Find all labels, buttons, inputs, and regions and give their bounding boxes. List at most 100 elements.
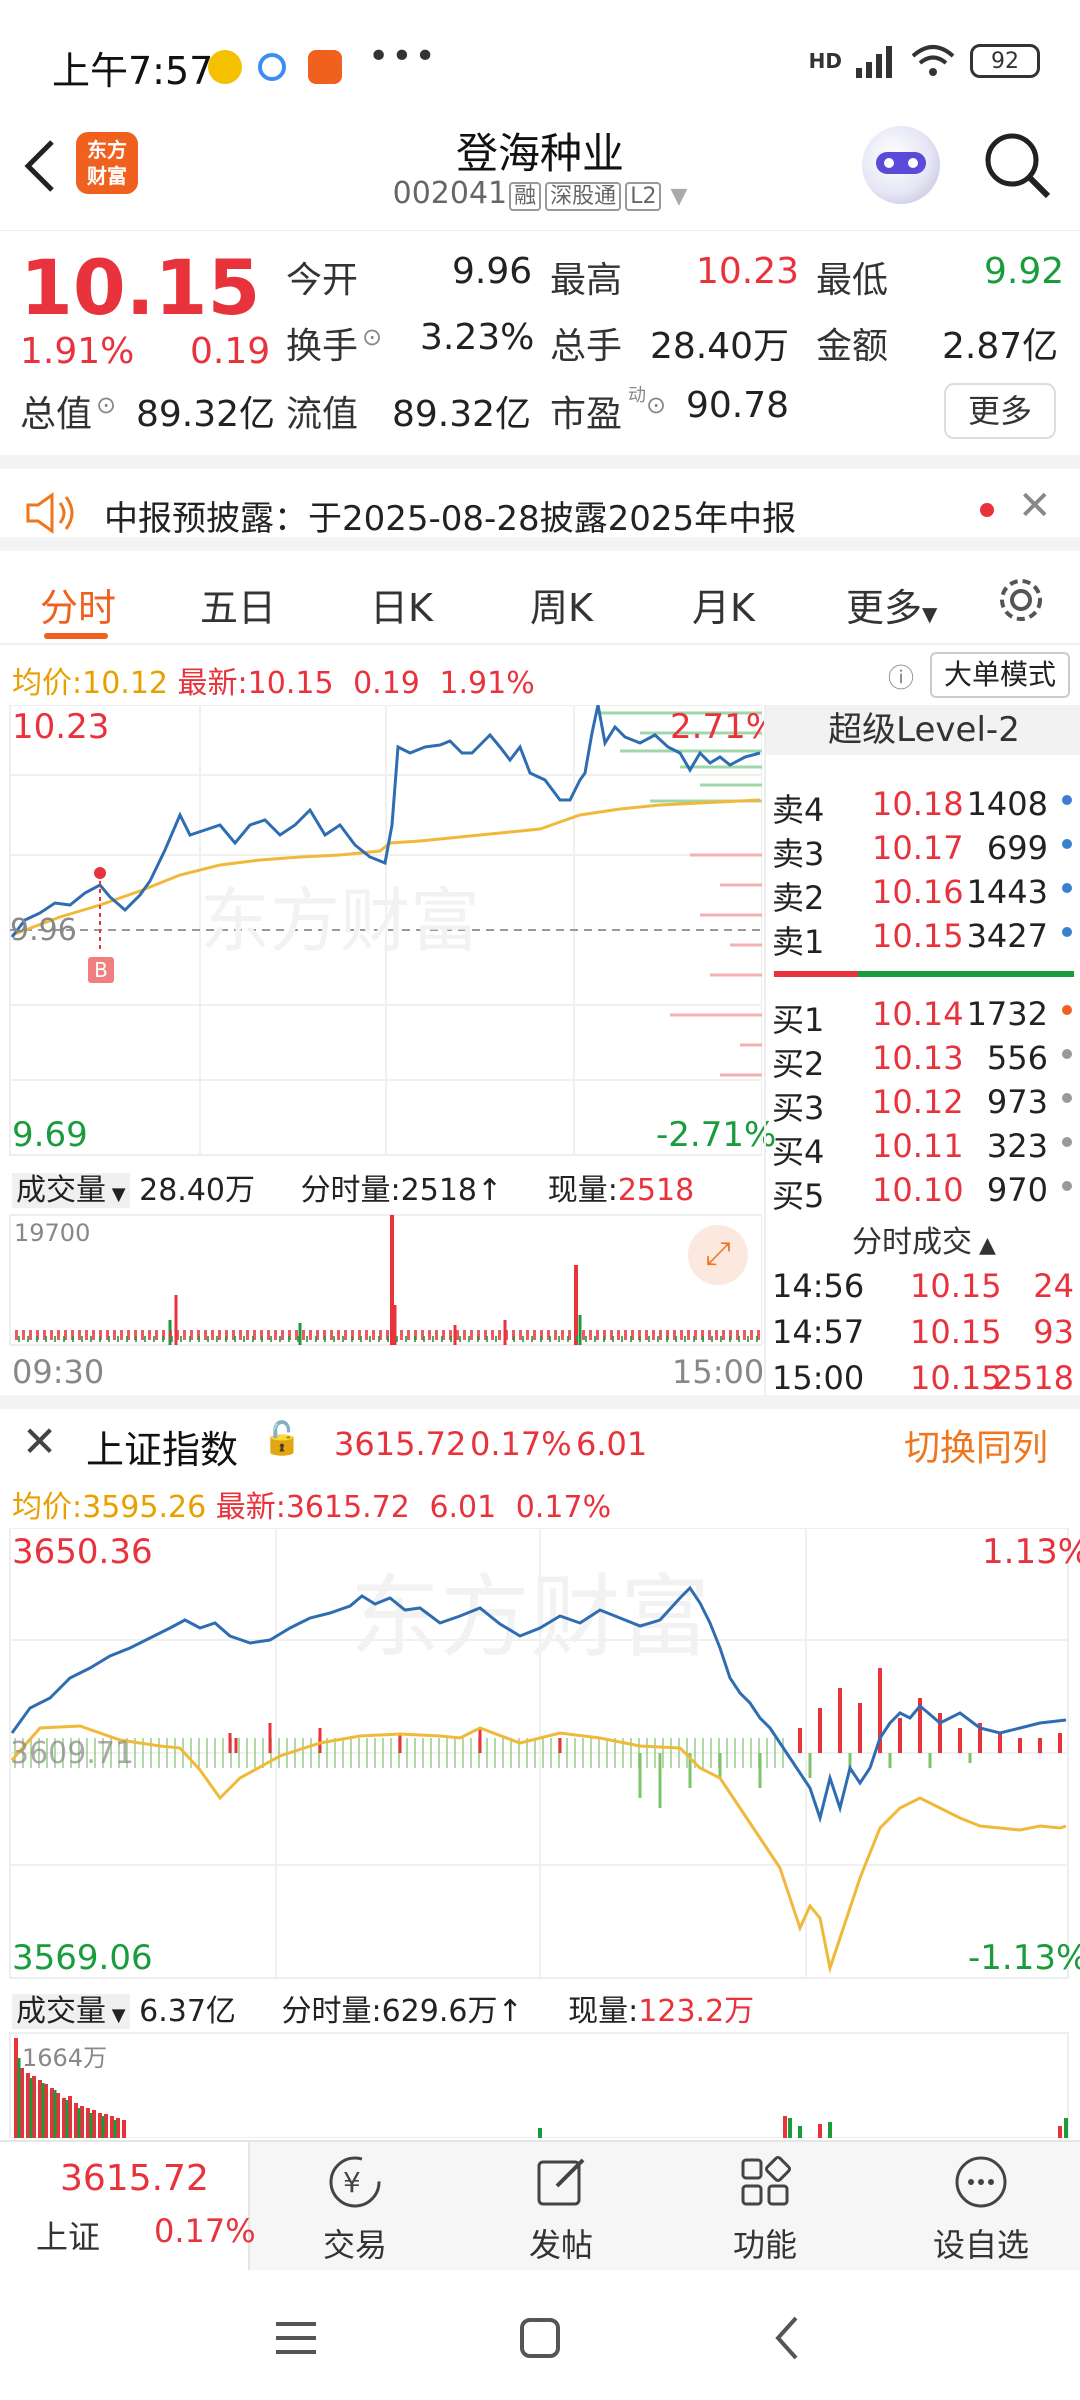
bid-row-4[interactable]: 买4 10.11 323 — [772, 1127, 1078, 1173]
caret-down-icon: ▼ — [106, 1184, 126, 1205]
more-button[interactable]: 更多 — [944, 383, 1056, 439]
bid-dot — [1062, 1005, 1072, 1015]
mini-index-pct: 0.17% — [154, 2212, 256, 2250]
info-icon[interactable]: ⊙ — [646, 391, 666, 419]
index-latest-pct: 0.17% — [515, 1490, 612, 1525]
low-label: 最低 — [816, 260, 889, 301]
index-chart[interactable]: 东方财富 3650.36 1.13% 3609.71 3569.06 -1.13… — [0, 1527, 1080, 2139]
stock-header: 东方 财富 登海种业 002041 融深股通 L2 ▼ — [0, 120, 1080, 230]
latest-label: 最新: — [177, 666, 248, 701]
tab-weekly-k[interactable]: 周K — [530, 577, 593, 632]
ask-price: 10.16 — [872, 873, 964, 911]
open-label: 今开 — [286, 260, 359, 301]
close-icon[interactable]: ✕ — [22, 1417, 57, 1466]
ask-label: 卖1 — [772, 923, 825, 961]
help-icon[interactable]: ⓘ — [888, 658, 914, 695]
bid-ask-ratio-bar — [774, 971, 1074, 977]
index-volume-selector[interactable]: 成交量 ▼ — [12, 1994, 130, 2029]
buy-marker[interactable]: B — [88, 957, 114, 983]
expand-icon[interactable]: ⤢ — [688, 1225, 748, 1285]
bid-qty: 970 — [986, 1171, 1048, 1209]
system-nav-bar — [0, 2270, 1080, 2400]
intraday-chart[interactable]: 东方财富 10.23 2.71% 9.96 B 9.69 -2.71% 成交量 … — [0, 704, 778, 1395]
trades-header[interactable]: 分时成交 ▲ — [766, 1217, 1080, 1261]
ask-row-1[interactable]: 卖1 10.15 3427 — [772, 917, 1078, 963]
tab-more[interactable]: 更多▼ — [846, 577, 937, 632]
close-icon[interactable]: ✕ — [1018, 483, 1052, 529]
ask-row-2[interactable]: 卖2 10.16 1443 — [772, 873, 1078, 919]
index-latest-label: 最新: — [215, 1490, 286, 1525]
total-cap-label: 总值 — [20, 394, 93, 435]
notice-text: 中报预披露：于2025-08-28披露2025年中报 — [104, 499, 797, 539]
tag-connect: 深股通 — [545, 182, 622, 211]
status-bar: 上午7:57 ••• HD 92 — [0, 0, 1080, 120]
nav-add-watchlist[interactable]: 设自选 — [906, 2152, 1056, 2266]
volume-selector[interactable]: 成交量 ▼ — [12, 1173, 130, 1208]
bid-label: 买1 — [772, 1001, 825, 1039]
trade-row: 14:57 10.15 93 — [772, 1313, 1078, 1351]
trade-time: 14:56 — [772, 1267, 865, 1305]
ask-row-3[interactable]: 卖3 10.17 699 — [772, 829, 1078, 875]
trade-icon: ¥ — [329, 2156, 381, 2208]
trade-qty: 24 — [1033, 1267, 1074, 1305]
lock-icon[interactable]: 🔓 — [262, 1419, 302, 1457]
info-icon[interactable]: ⊙ — [362, 323, 382, 351]
amount-label: 金额 — [816, 326, 889, 367]
tab-monthly-k[interactable]: 月K — [692, 577, 755, 632]
info-icon[interactable]: ⊙ — [96, 391, 116, 419]
bid-label: 买3 — [772, 1089, 825, 1127]
ask-row-4[interactable]: 卖4 10.18 1408 — [772, 785, 1078, 831]
tab-daily-k[interactable]: 日K — [370, 577, 433, 632]
nav-post[interactable]: 发帖 — [496, 2152, 626, 2266]
order-book: 超级Level-2 卖4 10.18 1408 卖3 10.17 699 卖2 … — [764, 705, 1080, 1397]
bid-row-3[interactable]: 买3 10.12 973 — [772, 1083, 1078, 1129]
float-cap-value: 89.32亿 — [392, 394, 532, 435]
bid-row-5[interactable]: 买5 10.10 970 — [772, 1171, 1078, 1217]
tab-five-day[interactable]: 五日 — [200, 577, 276, 632]
weibo-icon — [208, 50, 242, 84]
mini-index-name: 上证 — [36, 2218, 101, 2256]
menu-icon[interactable] — [274, 2318, 318, 2358]
nav-trade[interactable]: ¥ 交易 — [290, 2152, 420, 2266]
avg-value: 10.12 — [82, 666, 168, 701]
search-icon[interactable] — [982, 130, 1052, 200]
tab-intraday[interactable]: 分时 — [40, 577, 116, 632]
intraday-chart-svg: 东方财富 — [9, 704, 763, 1346]
battery-icon: 92 — [970, 44, 1040, 78]
back-nav-icon[interactable] — [772, 2314, 802, 2362]
bid-dot — [1062, 1049, 1072, 1059]
float-cap-label: 流值 — [286, 394, 359, 435]
avg-label: 均价: — [12, 666, 83, 701]
ask-price: 10.18 — [872, 785, 964, 823]
switch-column-button[interactable]: 切换同列 — [904, 1419, 1048, 1471]
nav-functions[interactable]: 功能 — [700, 2152, 830, 2266]
bid-qty: 973 — [986, 1083, 1048, 1121]
index-mini-quote[interactable]: 3615.72 上证 0.17% — [0, 2142, 256, 2272]
pe-sup: 动 — [628, 385, 646, 406]
chevron-down-icon: ▼ — [663, 184, 688, 209]
more-dots-icon — [955, 2156, 1007, 2208]
nav-trade-label: 交易 — [322, 2226, 387, 2264]
app-notification-icon — [308, 50, 342, 84]
bid-row-1[interactable]: 买1 10.14 1732 — [772, 995, 1078, 1041]
index-low-label: 3569.06 — [12, 1938, 153, 1978]
level2-title[interactable]: 超级Level-2 — [766, 705, 1080, 755]
bid-row-2[interactable]: 买2 10.13 556 — [772, 1039, 1078, 1085]
bid-dot — [1062, 1093, 1072, 1103]
latest-percent: 1.91% — [439, 666, 535, 701]
ask-label: 卖3 — [772, 835, 825, 873]
big-order-mode-button[interactable]: 大单模式 — [930, 652, 1070, 698]
volume-value: 28.40万 — [139, 1173, 256, 1208]
volume-max-label: 19700 — [14, 1219, 91, 1247]
ask-qty: 1408 — [966, 785, 1048, 823]
status-time: 上午7:57 — [52, 49, 214, 93]
ask-qty: 1443 — [966, 873, 1048, 911]
notice-bar[interactable]: 中报预披露：于2025-08-28披露2025年中报 ✕ — [0, 455, 1080, 551]
index-mid-label: 3609.71 — [10, 1736, 135, 1771]
index-pos-pct: 1.13% — [982, 1532, 1080, 1572]
index-chg: 6.01 — [576, 1425, 648, 1463]
home-icon[interactable] — [518, 2316, 562, 2360]
gear-icon[interactable] — [996, 575, 1046, 625]
unread-dot — [980, 503, 994, 517]
ai-assistant-avatar[interactable] — [862, 126, 940, 204]
